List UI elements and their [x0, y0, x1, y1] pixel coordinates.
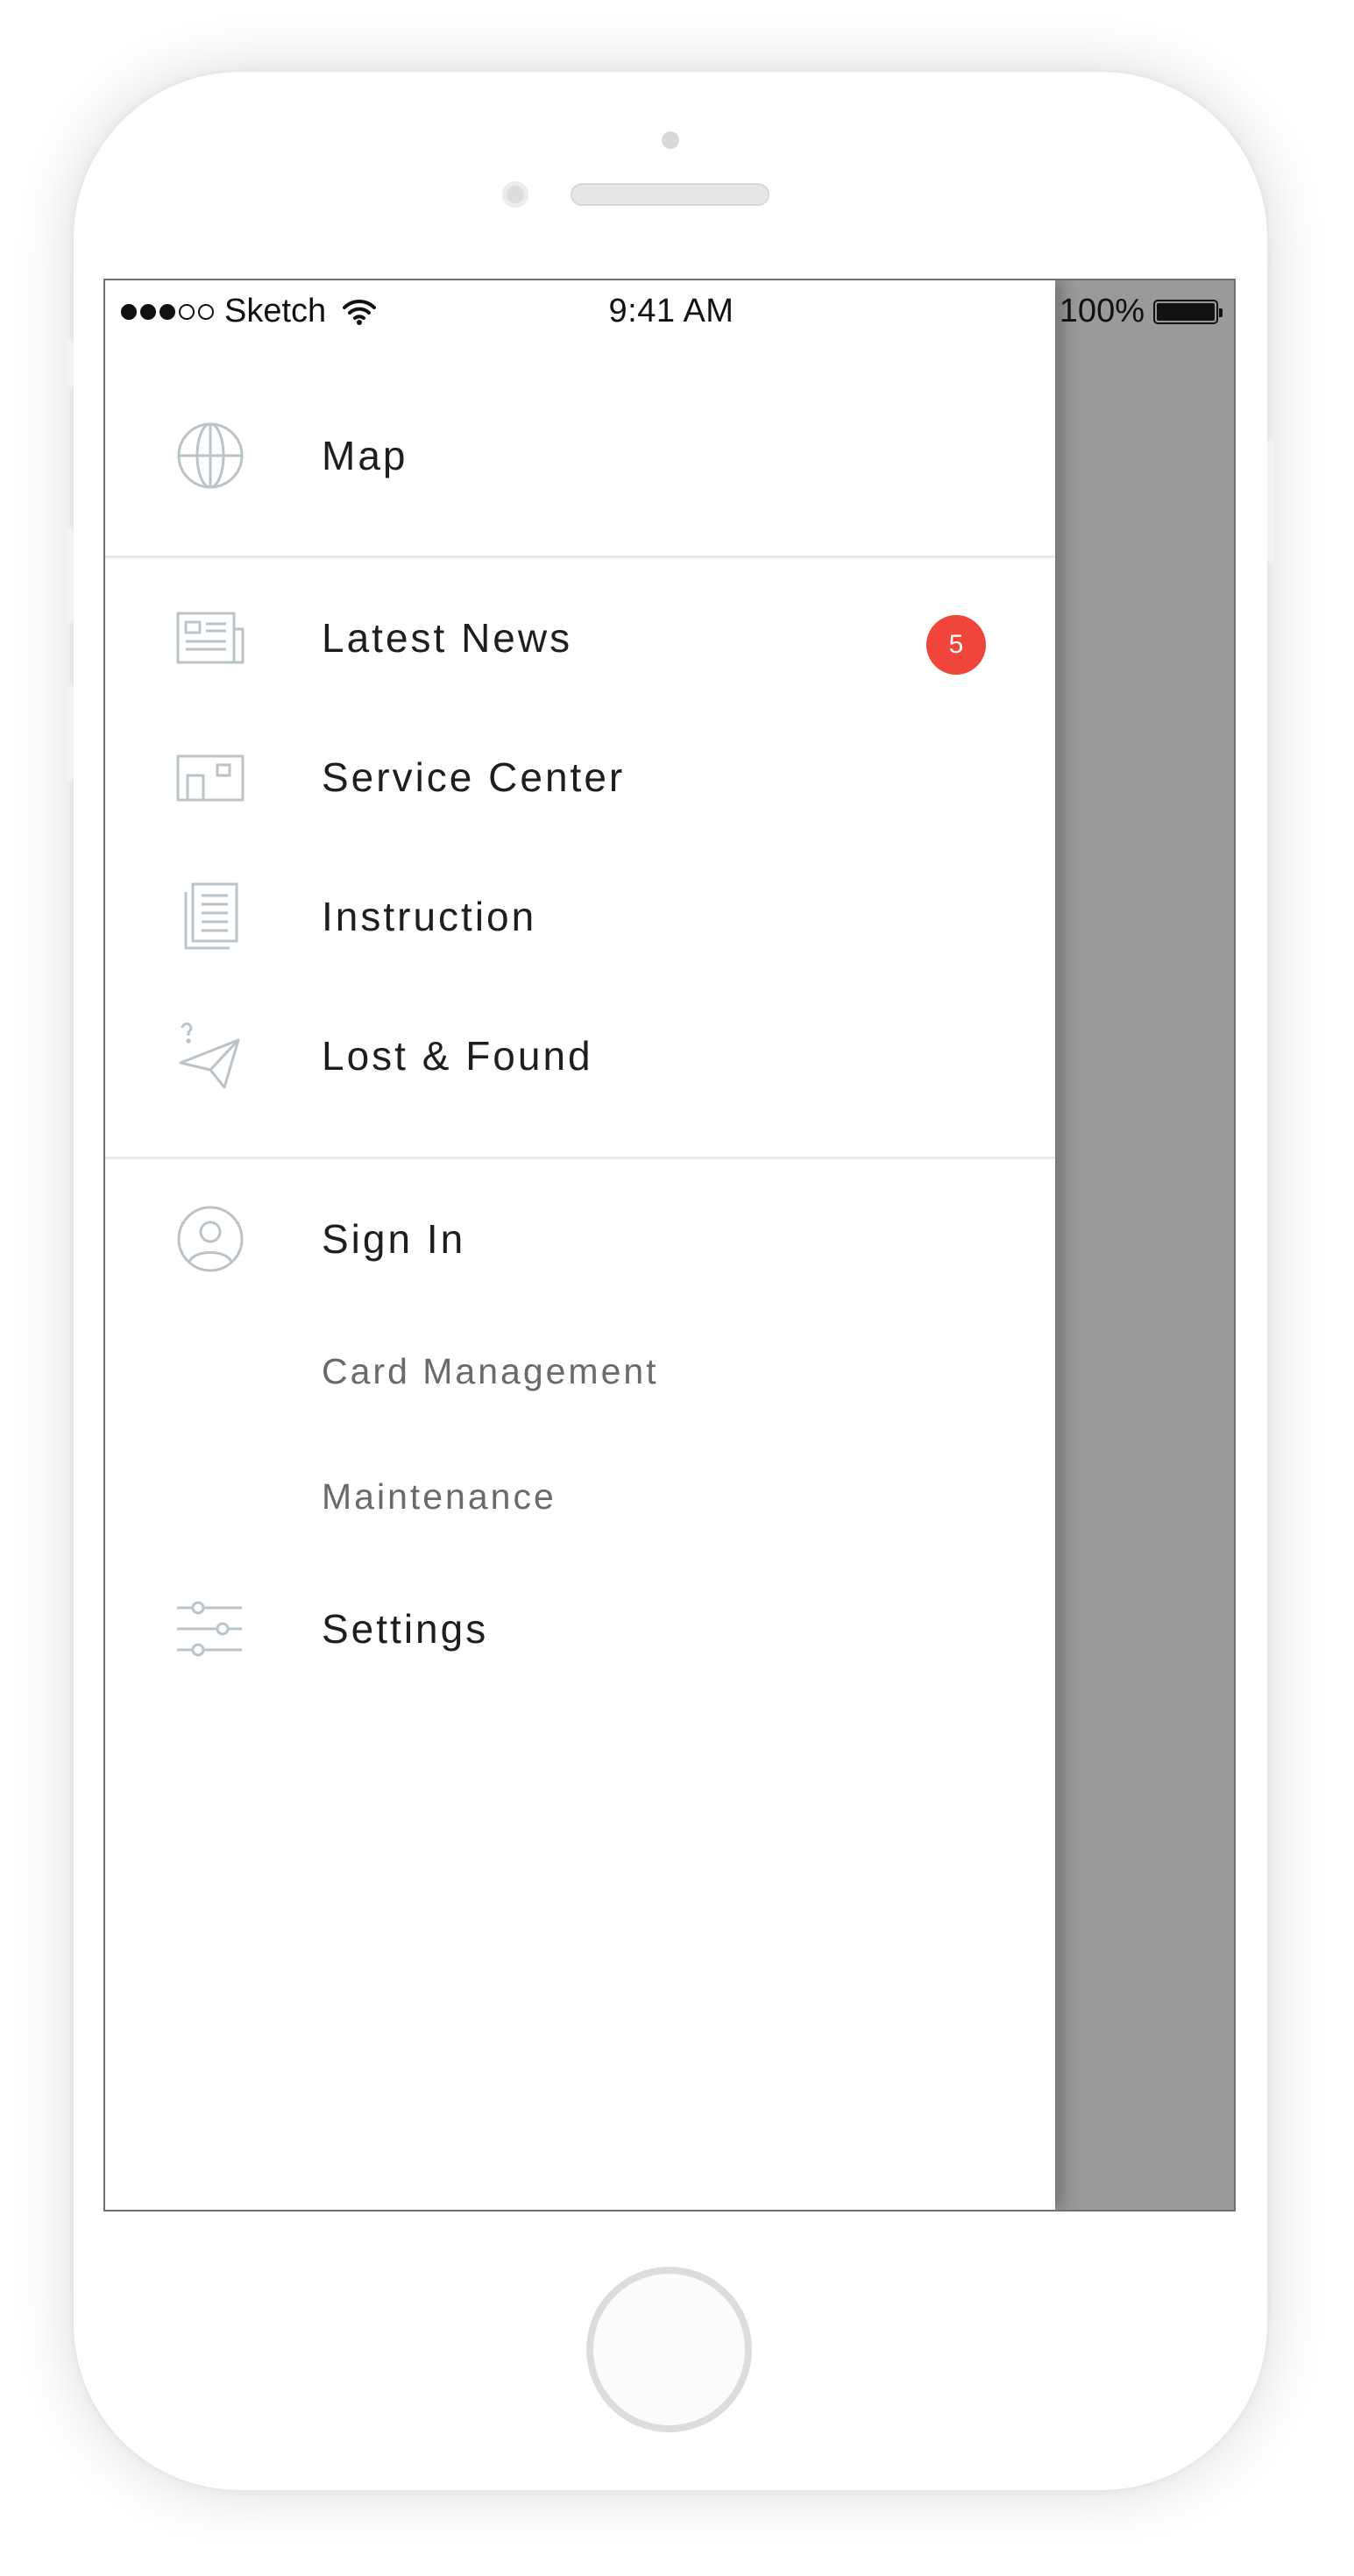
menu-item-service-center[interactable]: Service Center [105, 716, 1055, 839]
globe-icon [177, 422, 244, 489]
menu-label-service-center: Service Center [322, 754, 626, 800]
document-icon [184, 882, 238, 950]
proximity-sensor [662, 131, 679, 149]
menu-label-lost-found: Lost & Found [322, 1033, 593, 1079]
newspaper-icon [176, 612, 245, 664]
front-camera [502, 181, 528, 208]
volume-down-button [67, 685, 74, 782]
status-bar: Sketch 9:41 AM [105, 280, 1055, 342]
status-time: 9:41 AM [608, 293, 734, 329]
menu-label-maintenance: Maintenance [322, 1476, 556, 1517]
menu-label-sign-in: Sign In [322, 1216, 466, 1262]
navigation-drawer: Sketch 9:41 AM Map Latest News 5 Service… [105, 280, 1055, 2210]
menu-label-instruction: Instruction [322, 894, 537, 939]
menu-item-map[interactable]: Map [105, 394, 1055, 517]
notification-badge: 5 [926, 615, 986, 675]
power-button [1267, 440, 1274, 563]
dimmed-content-overlay[interactable] [1053, 280, 1234, 2210]
paper-plane-question-icon [179, 1022, 240, 1089]
menu-item-lost-found[interactable]: Lost & Found [105, 994, 1055, 1117]
sliders-icon [177, 1601, 242, 1657]
screen: Sketch 9:41 AM Map Latest News 5 Service… [103, 279, 1236, 2212]
storefront-icon [176, 754, 245, 802]
menu-item-latest-news[interactable]: Latest News 5 [105, 577, 1055, 699]
menu-item-instruction[interactable]: Instruction [105, 855, 1055, 978]
menu-item-sign-in[interactable]: Sign In [105, 1178, 1055, 1300]
menu-divider [105, 1157, 1055, 1159]
home-button[interactable] [586, 2267, 752, 2432]
earpiece-speaker [571, 183, 769, 206]
menu-label-map: Map [322, 433, 408, 478]
menu-item-card-management[interactable]: Card Management [105, 1310, 1055, 1433]
menu-item-settings[interactable]: Settings [105, 1568, 1055, 1690]
volume-up-button [67, 527, 74, 624]
menu-label-settings: Settings [322, 1606, 489, 1652]
user-circle-icon [177, 1206, 244, 1272]
mute-switch [67, 339, 74, 387]
menu-item-maintenance[interactable]: Maintenance [105, 1435, 1055, 1558]
menu-label-latest-news: Latest News [322, 615, 573, 661]
menu-label-card-management: Card Management [322, 1351, 659, 1391]
menu-divider [105, 556, 1055, 558]
